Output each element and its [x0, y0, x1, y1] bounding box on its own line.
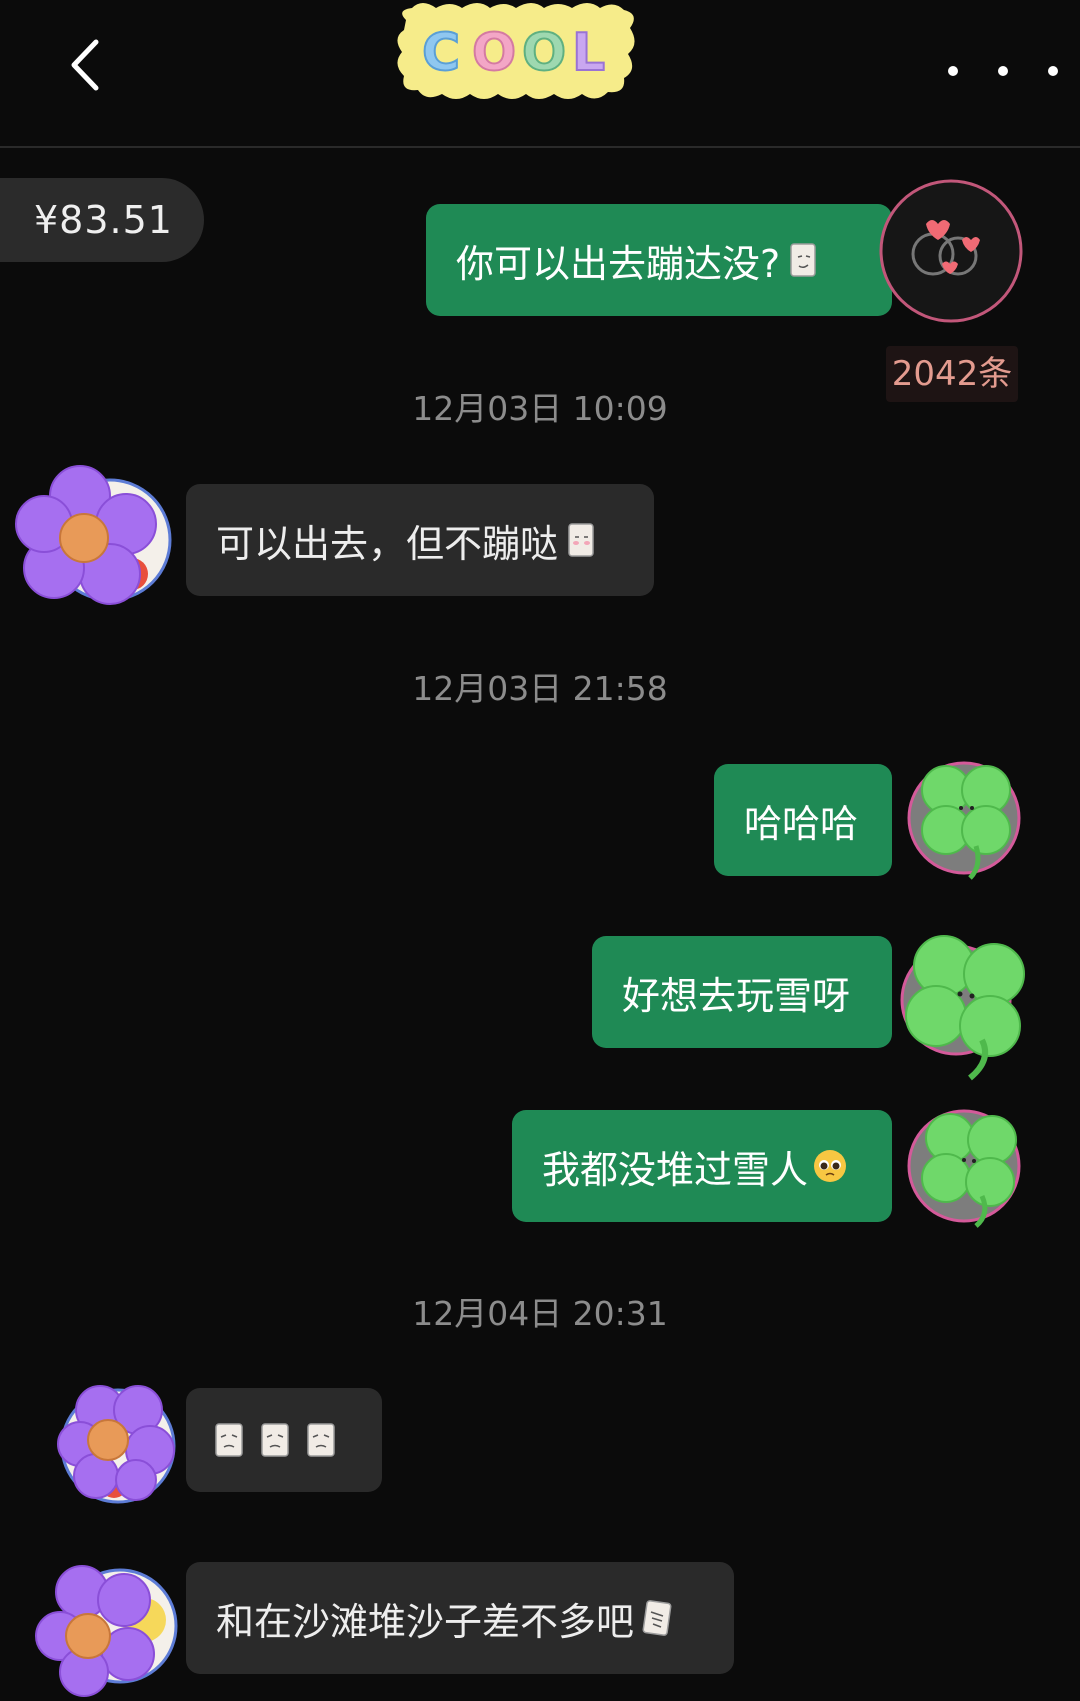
message-text: 哈哈哈 [744, 801, 859, 846]
message-text: 你可以出去蹦达没? [456, 241, 781, 286]
square-face-sticker-icon [568, 523, 594, 557]
message-text: 我都没堆过雪人 [542, 1147, 809, 1192]
svg-text:O: O [472, 23, 516, 83]
pleading-face-icon [814, 1150, 847, 1182]
more-dot-3 [1048, 66, 1058, 76]
contact-avatar-flower[interactable] [52, 1380, 176, 1506]
message-bubble-incoming[interactable]: 和在沙滩堆沙子差不多吧 [186, 1562, 734, 1674]
message-text: 可以出去，但不蹦哒 [216, 521, 559, 566]
more-dot-2 [998, 66, 1008, 76]
message-bubble-incoming[interactable] [186, 1388, 382, 1492]
svg-text:L: L [572, 23, 605, 83]
my-avatar-clover[interactable] [906, 756, 1026, 880]
contact-avatar-flower[interactable] [14, 462, 174, 612]
message-bubble-outgoing[interactable]: 我都没堆过雪人 [512, 1110, 892, 1222]
my-avatar-hearts[interactable] [878, 178, 1024, 324]
timestamp: 12月03日 10:09 [412, 389, 668, 428]
chevron-left-icon [71, 39, 99, 91]
my-avatar-clover[interactable] [896, 930, 1040, 1081]
message-bubble-incoming[interactable]: 可以出去，但不蹦哒 [186, 484, 654, 596]
message-bubble-outgoing[interactable]: 哈哈哈 [714, 764, 892, 876]
square-face-sticker-icon [790, 243, 816, 277]
my-avatar-clover[interactable] [906, 1104, 1030, 1228]
contact-avatar-flower[interactable] [32, 1560, 178, 1698]
more-dots-icon [948, 66, 958, 76]
square-face-sticker-icon [642, 1600, 672, 1636]
back-button[interactable] [62, 38, 110, 92]
svg-text:C: C [422, 23, 460, 83]
cool-sticker: C O O L [397, 3, 635, 99]
three-square-face-stickers-icon [215, 1423, 335, 1457]
timestamp: 12月03日 21:58 [412, 669, 668, 708]
message-bubble-outgoing[interactable]: 你可以出去蹦达没? [426, 204, 892, 316]
message-bubble-outgoing[interactable]: 好想去玩雪呀 [592, 936, 892, 1048]
money-badge: ¥83.51 [0, 178, 204, 262]
svg-text:O: O [522, 23, 566, 83]
more-menu-button[interactable] [948, 54, 1058, 88]
timestamp: 12月04日 20:31 [412, 1294, 668, 1333]
message-text: 好想去玩雪呀 [622, 973, 851, 1018]
message-text: 和在沙滩堆沙子差不多吧 [216, 1599, 635, 1644]
